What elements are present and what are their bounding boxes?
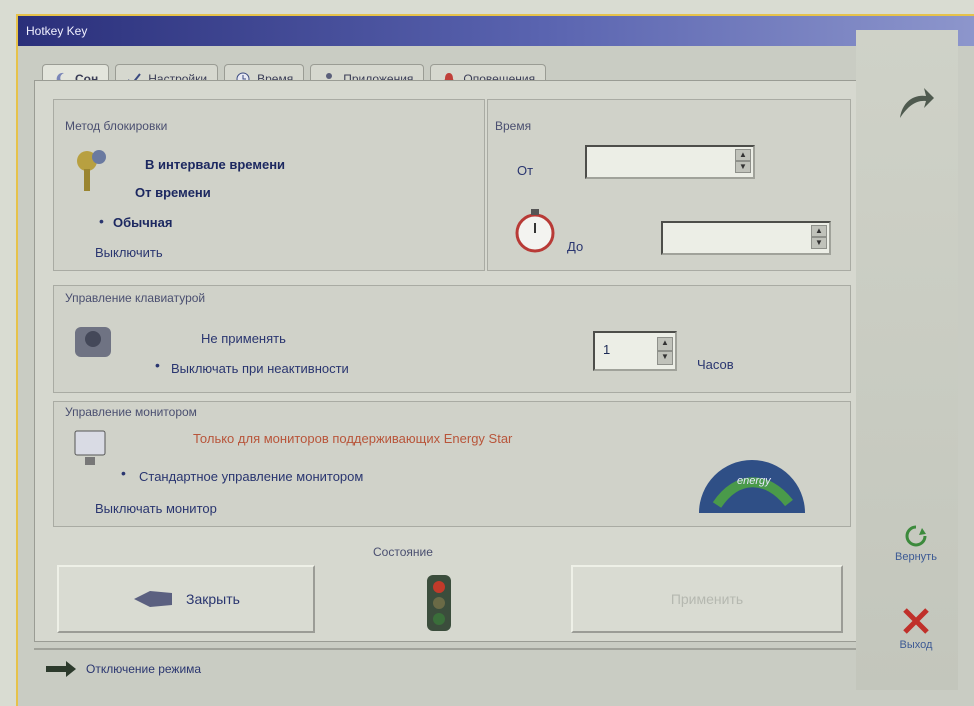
lock-option-off[interactable]: Выключить bbox=[95, 245, 163, 260]
time-from-label: От bbox=[517, 163, 534, 178]
selected-bullet-icon: • bbox=[121, 465, 126, 481]
stopwatch-icon bbox=[513, 207, 557, 258]
apply-button-label: Применить bbox=[670, 591, 744, 607]
arrow-right-icon bbox=[44, 660, 78, 681]
close-button[interactable]: Закрыть bbox=[57, 565, 315, 633]
status-text: Отключение режима bbox=[86, 662, 202, 676]
back-label: Вернуть bbox=[895, 551, 937, 563]
title-bar[interactable]: Hotkey Key bbox=[18, 16, 974, 46]
redo-arrow-icon[interactable] bbox=[896, 84, 936, 127]
hand-icon bbox=[132, 587, 176, 612]
monitor-icon bbox=[71, 427, 111, 476]
lock-option-normal[interactable]: Обычная bbox=[113, 215, 172, 230]
traffic-light-icon bbox=[421, 573, 457, 636]
apply-button[interactable]: Применить bbox=[571, 565, 843, 633]
lock-mode-title: Метод блокировки bbox=[65, 119, 168, 133]
keyboard-option-none[interactable]: Не применять bbox=[201, 331, 286, 346]
close-x-icon bbox=[886, 606, 946, 639]
energy-star-logo: energy bbox=[697, 445, 807, 518]
exit-button[interactable]: Выход bbox=[886, 606, 946, 651]
spin-down-icon[interactable]: ▼ bbox=[811, 237, 827, 249]
monitor-title: Управление монитором bbox=[65, 405, 197, 419]
hours-label: Часов bbox=[697, 357, 734, 372]
spin-up-icon[interactable]: ▲ bbox=[657, 337, 673, 351]
right-sidebar: Вернуть Выход bbox=[856, 30, 958, 690]
energy-star-note: Только для мониторов поддерживающих Ener… bbox=[193, 431, 513, 446]
spin-up-icon[interactable]: ▲ bbox=[811, 225, 827, 237]
hours-value: 1 bbox=[603, 342, 611, 357]
keys-icon bbox=[71, 147, 111, 200]
state-label: Состояние bbox=[373, 545, 433, 559]
exit-label: Выход bbox=[899, 639, 933, 651]
time-to-field[interactable]: ▲ ▼ bbox=[661, 221, 831, 255]
selected-bullet-icon: • bbox=[155, 357, 160, 373]
back-button[interactable]: Вернуть bbox=[886, 524, 946, 563]
hours-stepper[interactable]: 1 ▲ ▼ bbox=[593, 331, 677, 371]
close-button-label: Закрыть bbox=[186, 591, 240, 607]
spin-down-icon[interactable]: ▼ bbox=[735, 161, 751, 173]
phone-icon bbox=[71, 317, 117, 366]
energy-badge-text: energy bbox=[737, 475, 771, 487]
keyboard-title: Управление клавиатурой bbox=[65, 291, 206, 305]
status-bar: Отключение режима bbox=[34, 648, 876, 688]
spin-down-icon[interactable]: ▼ bbox=[657, 351, 673, 365]
time-to-label: До bbox=[567, 239, 584, 254]
monitor-option-standard[interactable]: Стандартное управление монитором bbox=[139, 469, 363, 484]
time-title: Время bbox=[495, 119, 532, 133]
selected-bullet-icon: • bbox=[99, 213, 104, 229]
time-from-field[interactable]: ▲ ▼ bbox=[585, 145, 755, 179]
settings-panel: Метод блокировки В интервале времени От … bbox=[34, 80, 878, 642]
lock-option-from-time[interactable]: От времени bbox=[135, 185, 211, 200]
refresh-icon bbox=[886, 524, 946, 551]
window-title: Hotkey Key bbox=[26, 24, 88, 38]
lock-option-interval[interactable]: В интервале времени bbox=[145, 157, 285, 172]
spin-up-icon[interactable]: ▲ bbox=[735, 149, 751, 161]
keyboard-option-idle[interactable]: Выключать при неактивности bbox=[171, 361, 349, 376]
monitor-option-off[interactable]: Выключать монитор bbox=[95, 501, 217, 516]
